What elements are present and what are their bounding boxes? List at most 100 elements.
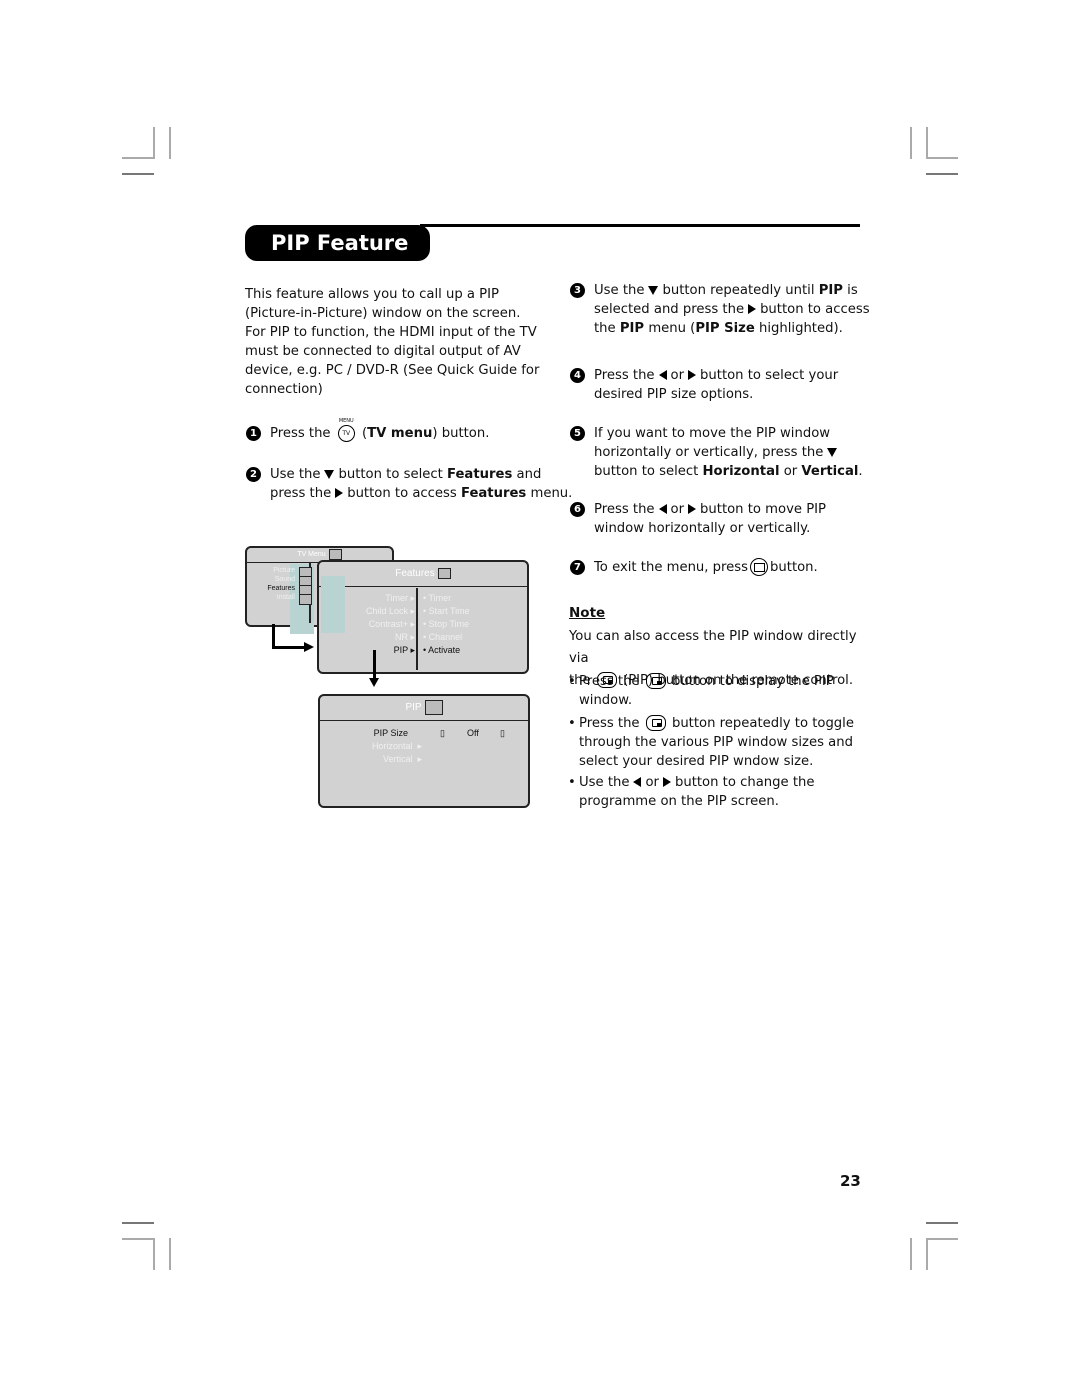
step-text: button to select [338,467,443,482]
intro-line: (Picture-in-Picture) window on the scree… [245,306,521,321]
step-text: If you want to move the PIP window [594,426,831,441]
step-number: 1 [246,426,261,441]
pip-size-value: Off [467,728,479,738]
step-text: window horizontally or vertically. [594,521,811,536]
features-menu-title: Features [395,568,435,579]
page-number: 23 [840,1172,861,1190]
features-menu-divider [416,588,418,670]
step-bold: Horizontal [702,464,780,479]
features-menu-panel: Features Timer ▸ Child Lock ▸ Contrast+ … [317,560,529,674]
install-icon [299,594,312,605]
note-text-part: button to display the PIP [671,674,834,689]
step-text: Press the [594,502,655,517]
crop-mark [926,1238,958,1240]
note-text-part: Press the [579,674,640,689]
step-text: button to move PIP [700,502,826,517]
intro-line: This feature allows you to call up a PIP [245,287,499,302]
note-text-part: window. [579,693,633,708]
submenu-label: Start Time [428,606,470,616]
step-text: press the [270,486,332,501]
tv-menu-item: Picture [273,567,295,574]
intro-line: connection) [245,382,323,397]
note-line: You can also access the PIP window direc… [569,629,857,666]
crop-mark [926,157,958,159]
note-text-part: Press the [579,716,640,731]
crop-mark [122,173,154,175]
down-arrow-icon [324,469,335,479]
note-bullet: Press the button to display the PIP wind… [568,672,874,710]
step-bold: Features [447,467,513,482]
step-text: desired PIP size options. [594,387,754,402]
step-text: or [670,502,685,517]
tv-menu-title: TV Menu [297,551,326,558]
crop-mark [926,127,928,159]
note-text-part: Use the [579,775,630,790]
step-1: 1 Press the MENU TV (TV menu) button. [246,418,570,443]
tv-menu-button-icon: MENU TV [337,418,355,442]
note-bullet: Use the or button to change the programme … [568,773,874,811]
submenu-label: Timer [428,593,452,603]
features-menu-item: Contrast+ ▸ [368,619,415,629]
step-3: 3 Use the button repeatedly until PIP is … [570,281,884,338]
pip-menu-item: Horizontal ▸ [371,741,422,751]
step-7: 7 To exit the menu, press button. [570,558,884,577]
crop-mark [169,127,171,159]
note-heading: Note [569,605,606,621]
step-text: menu. [530,486,573,501]
step-bold: PIP [818,283,843,298]
step-text: or [783,464,798,479]
step-number: 5 [570,426,585,441]
step-bold: PIP [619,321,645,336]
features-submenu-item: • Stop Time [423,619,470,629]
note-text-part: select your desired PIP wndow size. [579,754,814,769]
step-bold: Vertical [801,464,859,479]
down-arrow-icon [648,285,659,295]
intro-line: must be connected to digital output of A… [245,344,521,359]
submenu-label: Activate [428,645,461,655]
step-number: 7 [570,560,585,575]
menu-item-label: Horizontal [371,741,413,751]
features-menu-item: Child Lock ▸ [365,606,415,616]
step-bold: TV menu [367,426,433,441]
note-text-part: button repeatedly to toggle [671,716,854,731]
intro-line: device, e.g. PC / DVD-R (See Quick Guide… [245,363,540,378]
right-arrow-icon [688,504,697,514]
title-rule [420,224,860,227]
pip-button-icon [645,673,666,689]
step-text: button to select [594,464,699,479]
crop-mark [926,173,958,175]
connector-line [373,650,376,680]
step-number: 6 [570,502,585,517]
crop-mark [122,157,154,159]
step-bold: PIP Size [695,321,755,336]
step-text: menu ( [648,321,696,336]
step-text: Press the [594,368,655,383]
connector-arrow-icon [369,678,379,687]
step-text: is [847,283,858,298]
menu-item-label: Child Lock [365,606,408,616]
crop-mark [926,1222,958,1224]
step-text: horizontally or vertically, press the [594,445,824,460]
tv-menu-item: Features [267,585,295,592]
pip-menu-item: Vertical ▸ [382,754,422,764]
crop-mark [169,1238,171,1270]
step-text: Use the [270,467,321,482]
crop-mark [153,127,155,159]
pip-size-option-icon: ▯ [500,728,505,738]
crop-mark [153,1238,155,1270]
step-text: Use the [594,283,645,298]
step-text: button to select your [700,368,839,383]
step-text: button to access [760,302,870,317]
features-menu-item: NR ▸ [394,632,415,642]
left-arrow-icon [658,370,667,380]
down-arrow-icon [827,447,838,457]
features-menu-item: Timer ▸ [385,593,415,603]
intro-paragraph: This feature allows you to call up a PIP… [245,285,545,399]
features-menu-item-selected: PIP ▸ [393,645,415,655]
step-number: 4 [570,368,585,383]
left-arrow-icon [658,504,667,514]
submenu-label: Stop Time [428,619,470,629]
tv-menu-item: Install [276,594,295,601]
pip-menu-header: PIP [320,696,528,721]
step-text: highlighted). [759,321,843,336]
